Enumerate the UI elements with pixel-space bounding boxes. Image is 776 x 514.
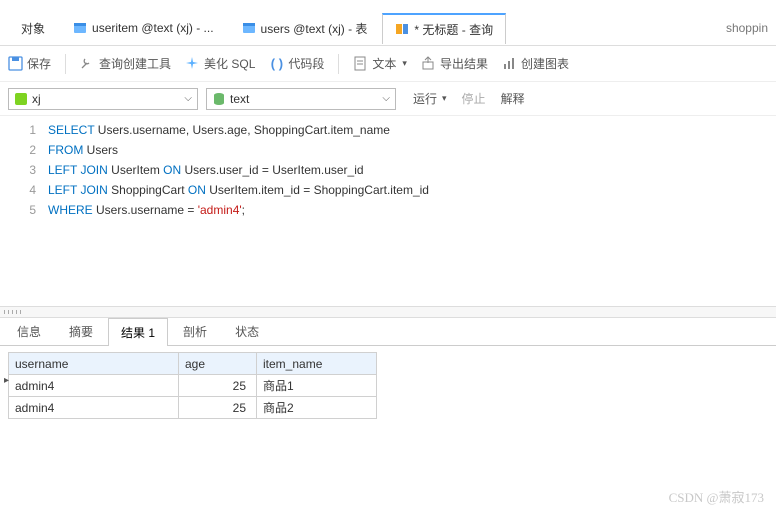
result-grid[interactable]: username age item_name admin4 25 商品1 adm…: [0, 346, 776, 425]
button-label: 保存: [27, 55, 51, 72]
explain-button[interactable]: E 解释: [498, 90, 525, 107]
main-menu: .: [0, 0, 776, 10]
text-button[interactable]: 文本 ▾: [353, 55, 407, 72]
button-label: 查询创建工具: [99, 55, 171, 72]
cell[interactable]: admin4: [9, 397, 179, 419]
tab-label: users @text (xj) - 表: [261, 20, 368, 37]
splitter-handle[interactable]: [0, 306, 776, 318]
table-row[interactable]: admin4 25 商品1: [9, 375, 377, 397]
watermark: CSDN @萧寂173: [669, 487, 764, 506]
chevron-down-icon: ⌵: [184, 93, 192, 104]
document-tabs: 对象 useritem @text (xj) - ... users @text…: [0, 10, 776, 46]
separator: [65, 54, 66, 74]
tab-query-untitled[interactable]: * 无标题 - 查询: [382, 13, 506, 44]
connection-combo[interactable]: xj ⌵: [8, 88, 198, 110]
combo-value: text: [230, 92, 382, 106]
cell[interactable]: admin4: [9, 375, 179, 397]
button-label: 停止: [462, 90, 486, 107]
line-gutter: 12345: [0, 116, 48, 306]
connection-icon: [14, 92, 28, 106]
tab-label: useritem @text (xj) - ...: [92, 21, 214, 35]
cell[interactable]: 25: [179, 397, 257, 419]
chevron-down-icon: ⌵: [382, 93, 390, 104]
database-combo[interactable]: text ⌵: [206, 88, 396, 110]
toolbar: 保存 查询创建工具 美化 SQL ( ) 代码段 文本 ▾ 导出结果 创建图表: [0, 46, 776, 82]
sql-editor[interactable]: 12345 SELECT Users.username, Users.age, …: [0, 116, 776, 306]
tab-label: 对象: [21, 20, 45, 37]
save-button[interactable]: 保存: [8, 55, 51, 72]
export-button[interactable]: 导出结果: [421, 55, 488, 72]
col-username[interactable]: username: [9, 353, 179, 375]
query-builder-button[interactable]: 查询创建工具: [80, 55, 171, 72]
tab-summary[interactable]: 摘要: [56, 317, 106, 345]
code-area[interactable]: SELECT Users.username, Users.age, Shoppi…: [48, 116, 776, 306]
button-label: 运行: [413, 90, 437, 107]
button-label: 美化 SQL: [204, 55, 255, 72]
header-row: username age item_name: [9, 353, 377, 375]
export-icon: [421, 56, 436, 71]
cell[interactable]: 商品2: [257, 397, 377, 419]
chart-icon: [502, 56, 517, 71]
tab-result1[interactable]: 结果 1: [108, 318, 168, 346]
result-tabs: 信息 摘要 结果 1 剖析 状态: [0, 318, 776, 346]
tab-objects[interactable]: 对象: [8, 13, 58, 43]
button-label: 创建图表: [521, 55, 569, 72]
col-itemname[interactable]: item_name: [257, 353, 377, 375]
query-icon: [395, 22, 409, 36]
tab-profile[interactable]: 剖析: [170, 317, 220, 345]
row-marker-icon: ▸: [4, 375, 9, 386]
tab-info[interactable]: 信息: [4, 317, 54, 345]
chevron-down-icon: ▾: [402, 58, 407, 69]
brackets-icon: ( ): [269, 56, 284, 71]
run-button[interactable]: 运行 ▾: [410, 90, 447, 107]
database-icon: [212, 92, 226, 106]
table-row[interactable]: admin4 25 商品2: [9, 397, 377, 419]
col-age[interactable]: age: [179, 353, 257, 375]
snippet-button[interactable]: ( ) 代码段: [269, 55, 324, 72]
cell[interactable]: 商品1: [257, 375, 377, 397]
table-icon: [242, 21, 256, 35]
chevron-down-icon: ▾: [442, 93, 447, 104]
doc-icon: [353, 56, 368, 71]
tab-label: shoppin: [726, 21, 768, 35]
combo-value: xj: [32, 92, 184, 106]
button-label: 导出结果: [440, 55, 488, 72]
tab-status[interactable]: 状态: [222, 317, 272, 345]
connection-row: xj ⌵ text ⌵ 运行 ▾ 停止 E 解释: [0, 82, 776, 116]
chart-button[interactable]: 创建图表: [502, 55, 569, 72]
separator: [338, 54, 339, 74]
button-label: 解释: [501, 90, 525, 107]
sparkle-icon: [185, 56, 200, 71]
tab-users[interactable]: users @text (xj) - 表: [229, 13, 381, 43]
tab-useritem[interactable]: useritem @text (xj) - ...: [60, 14, 227, 41]
tab-shopping[interactable]: shoppin: [721, 21, 776, 35]
button-label: 代码段: [288, 55, 324, 72]
save-icon: [8, 56, 23, 71]
cell[interactable]: 25: [179, 375, 257, 397]
tab-label: * 无标题 - 查询: [414, 21, 493, 38]
tools-icon: [80, 56, 95, 71]
beautify-sql-button[interactable]: 美化 SQL: [185, 55, 255, 72]
button-label: 文本: [372, 55, 396, 72]
stop-button[interactable]: 停止: [459, 90, 486, 107]
table-icon: [73, 21, 87, 35]
